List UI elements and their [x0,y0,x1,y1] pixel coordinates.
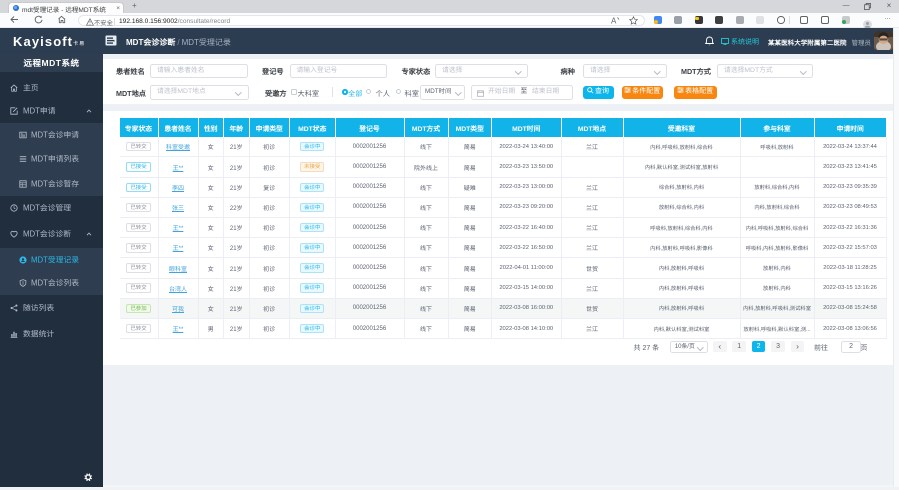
svg-text:A: A [611,16,617,25]
